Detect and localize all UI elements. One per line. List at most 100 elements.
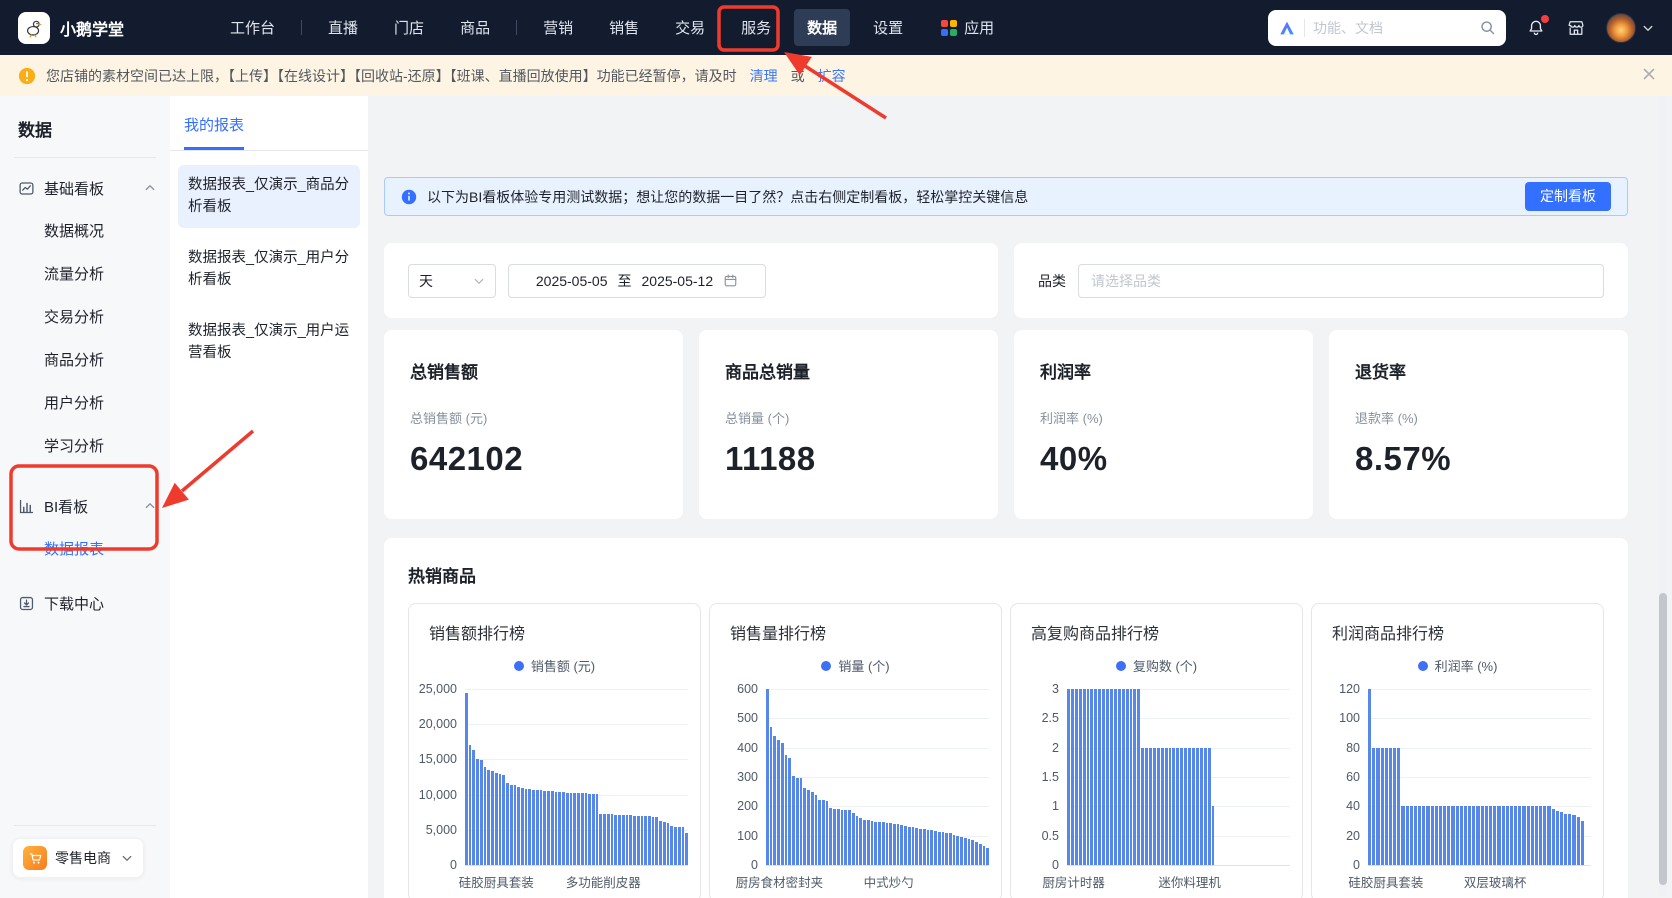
report-list-panel: 我的报表 数据报表_仅演示_商品分析看板 数据报表_仅演示_用户分析看板 数据报… (170, 96, 368, 898)
y-axis: 25,00020,00015,00010,0005,0000 (421, 689, 465, 865)
sidebar-group-bi-dashboard[interactable]: BI看板 (0, 484, 170, 528)
chart-legend: 销量 (个) (722, 656, 989, 675)
sidebar: 数据 基础看板 数据概况 流量分析 交易分析 商品分析 用户分析 学习分析 BI… (0, 96, 170, 898)
dashboard-icon (18, 180, 35, 197)
sidebar-group-basic-dashboard[interactable]: 基础看板 (0, 166, 170, 210)
sidebar-item-learning-analysis[interactable]: 学习分析 (0, 425, 170, 468)
close-icon (1642, 67, 1656, 81)
plot-area (465, 689, 688, 865)
x-axis: 硅胶厨具套装多功能削皮器 (465, 865, 688, 891)
report-item-user-operation[interactable]: 数据报表_仅演示_用户运营看板 (178, 311, 360, 374)
stat-value: 642102 (410, 440, 657, 478)
calendar-icon (723, 273, 738, 288)
chevron-down-icon (1642, 22, 1654, 34)
nav-item-shop[interactable]: 门店 (381, 9, 437, 46)
nav-item-apps[interactable]: 应用 (931, 9, 1004, 46)
date-range-picker[interactable]: 2025-05-05 至 2025-05-12 (508, 264, 766, 298)
notification-badge (1541, 15, 1549, 23)
sidebar-group-label: BI看板 (44, 496, 88, 517)
sidebar-item-data-report[interactable]: 数据报表 (0, 528, 170, 571)
stats-row: 总销售额 总销售额 (元) 642102 商品总销量 总销量 (个) 11188… (384, 330, 1628, 519)
granularity-select[interactable]: 天 (408, 264, 496, 298)
stat-subtitle: 退款率 (%) (1355, 408, 1602, 427)
sidebar-item-user-analysis[interactable]: 用户分析 (0, 382, 170, 425)
category-filter-card: 品类 (1014, 243, 1628, 318)
chart-card-profit-ranking: 利润商品排行榜 利润率 (%) 120100806040200 硅胶厨具套装双层… (1311, 603, 1604, 898)
x-axis: 厨房计时器迷你料理机 (1067, 865, 1290, 891)
y-axis: 32.521.510.50 (1023, 689, 1067, 865)
chart-legend: 利润率 (%) (1324, 656, 1591, 675)
date-filter-card: 天 2025-05-05 至 2025-05-12 (384, 243, 998, 318)
clean-link[interactable]: 清理 (750, 66, 778, 86)
report-item-user-analysis[interactable]: 数据报表_仅演示_用户分析看板 (178, 238, 360, 301)
warning-conjunction: 或 (791, 66, 805, 86)
stat-subtitle: 利润率 (%) (1040, 408, 1287, 427)
nav-item-marketing[interactable]: 营销 (530, 9, 586, 46)
report-item-goods-analysis[interactable]: 数据报表_仅演示_商品分析看板 (178, 165, 360, 228)
category-label: 品类 (1038, 271, 1066, 291)
nav-item-goods[interactable]: 商品 (447, 9, 503, 46)
bar-series (1368, 689, 1584, 865)
y-axis: 6005004003002001000 (722, 689, 766, 865)
cart-icon (23, 846, 47, 870)
nav-item-trade[interactable]: 交易 (662, 9, 718, 46)
sidebar-item-goods-analysis[interactable]: 商品分析 (0, 339, 170, 382)
close-banner-button[interactable] (1642, 67, 1656, 81)
info-banner: 以下为BI看板体验专用测试数据；想让您的数据一目了然？点击右侧定制看板，轻松掌控… (384, 177, 1628, 216)
nav-item-sales[interactable]: 销售 (596, 9, 652, 46)
tab-my-reports[interactable]: 我的报表 (184, 114, 244, 150)
nav-right (1268, 10, 1654, 46)
store-icon[interactable] (1566, 18, 1586, 38)
notifications-button[interactable] (1526, 18, 1546, 38)
global-search[interactable] (1268, 10, 1506, 46)
sidebar-item-trade-analysis[interactable]: 交易分析 (0, 296, 170, 339)
charts-row: 销售额排行榜 销售额 (元) 25,00020,00015,00010,0005… (408, 603, 1604, 898)
stat-title: 总销售额 (410, 358, 657, 383)
sidebar-item-download-center[interactable]: 下载中心 (0, 581, 170, 625)
nav-item-data[interactable]: 数据 (794, 9, 850, 46)
sidebar-bottom-divider (14, 825, 156, 826)
stat-subtitle: 总销售额 (元) (410, 408, 657, 427)
nav-menu: 工作台 直播 门店 商品 营销 销售 交易 服务 数据 设置 应用 (212, 9, 1004, 46)
sidebar-title: 数据 (18, 116, 170, 141)
search-input[interactable] (1313, 20, 1471, 36)
category-select-input[interactable] (1078, 264, 1604, 298)
legend-label: 利润率 (%) (1435, 656, 1498, 675)
stat-value: 8.57% (1355, 440, 1602, 478)
plot-area (1067, 689, 1290, 865)
workspace-switcher[interactable]: 零售电商 (12, 838, 144, 878)
sidebar-item-data-overview[interactable]: 数据概况 (0, 210, 170, 253)
main-content: 以下为BI看板体验专用测试数据；想让您的数据一目了然？点击右侧定制看板，轻松掌控… (368, 96, 1672, 898)
stat-card-profit-rate: 利润率 利润率 (%) 40% (1014, 330, 1313, 519)
sidebar-item-traffic-analysis[interactable]: 流量分析 (0, 253, 170, 296)
legend-label: 销售额 (元) (531, 656, 595, 675)
stat-value: 40% (1040, 440, 1287, 478)
customize-dashboard-button[interactable]: 定制看板 (1525, 182, 1611, 211)
stat-title: 利润率 (1040, 358, 1287, 383)
bar-series (766, 689, 989, 865)
stat-card-total-sales: 总销售额 总销售额 (元) 642102 (384, 330, 683, 519)
brand[interactable]: 小鹅学堂 (18, 12, 124, 44)
warning-text: 您店铺的素材空间已达上限，【上传】【在线设计】【回收站-还原】【班课、直播回放使… (46, 66, 737, 86)
download-icon (18, 595, 35, 612)
legend-label: 销量 (个) (838, 656, 889, 675)
plot-area (1368, 689, 1591, 865)
nav-item-live[interactable]: 直播 (315, 9, 371, 46)
top-nav: 小鹅学堂 工作台 直播 门店 商品 营销 销售 交易 服务 数据 设置 应用 (0, 0, 1672, 55)
search-icon[interactable] (1479, 19, 1496, 36)
nav-separator (516, 20, 517, 35)
nav-item-service[interactable]: 服务 (728, 9, 784, 46)
x-axis: 厨房食材密封夹中式炒勺 (766, 865, 989, 891)
nav-item-workbench[interactable]: 工作台 (217, 9, 288, 46)
bar-chart-icon (18, 498, 35, 515)
chart-legend: 复购数 (个) (1023, 656, 1290, 675)
legend-dot-icon (821, 661, 831, 671)
stat-title: 退货率 (1355, 358, 1602, 383)
expand-link[interactable]: 扩容 (818, 66, 846, 86)
hot-products-section: 热销商品 销售额排行榜 销售额 (元) 25,00020,00015,00010… (384, 538, 1628, 898)
user-menu[interactable] (1606, 13, 1654, 43)
page-scrollbar-thumb[interactable] (1659, 593, 1667, 885)
stat-card-return-rate: 退货率 退款率 (%) 8.57% (1329, 330, 1628, 519)
x-axis: 硅胶厨具套装双层玻璃杯 (1368, 865, 1591, 891)
nav-item-settings[interactable]: 设置 (860, 9, 916, 46)
